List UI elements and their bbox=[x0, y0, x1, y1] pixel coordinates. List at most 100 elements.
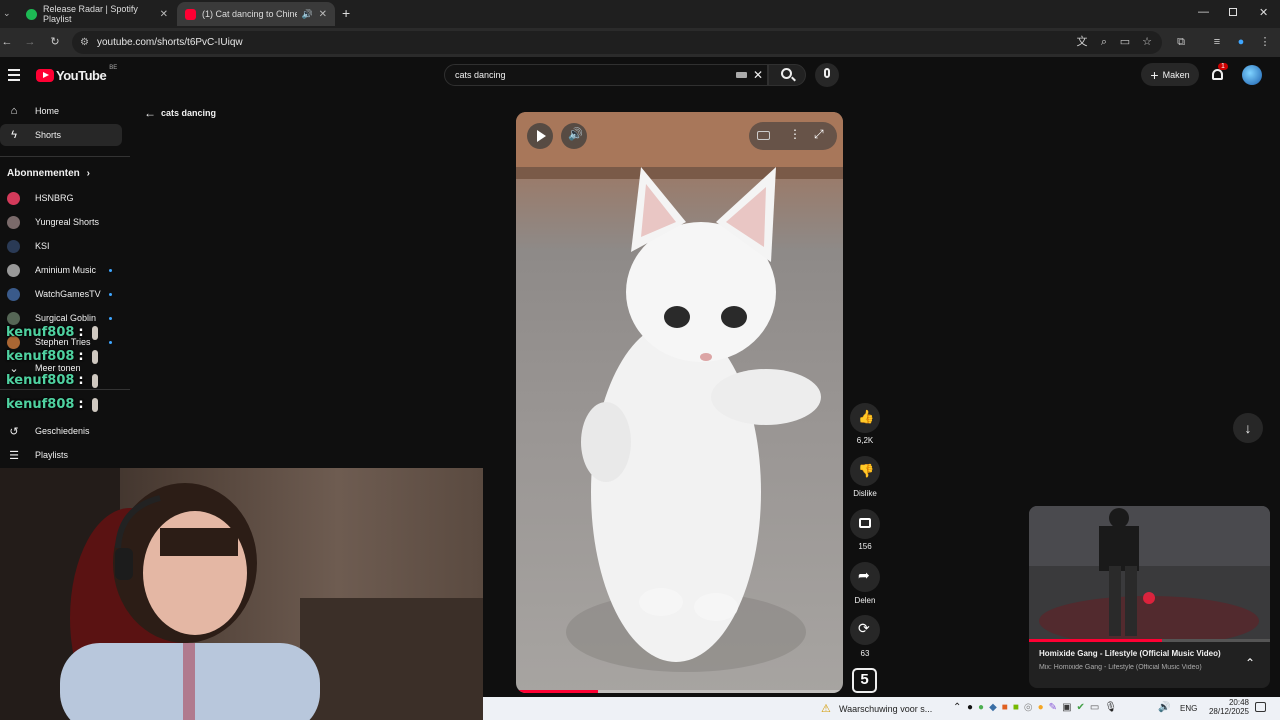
tray-app-icon[interactable]: ■ bbox=[1013, 702, 1019, 713]
youtube-icon bbox=[185, 8, 196, 20]
tray-app-icon[interactable]: ◆ bbox=[989, 702, 997, 713]
chat-username: kenuf808 bbox=[6, 397, 75, 412]
like-button[interactable]: 👍 bbox=[850, 403, 880, 433]
close-window-button[interactable]: ✕ bbox=[1259, 6, 1268, 19]
language-indicator[interactable]: ENG bbox=[1180, 704, 1197, 713]
site-info-icon[interactable]: ⚙ bbox=[80, 31, 89, 54]
spotify-icon bbox=[26, 8, 37, 20]
forward-icon[interactable]: → bbox=[23, 35, 37, 49]
comments-button[interactable] bbox=[850, 509, 880, 539]
search-button[interactable] bbox=[768, 64, 806, 86]
zoom-icon[interactable]: ⌕ bbox=[1097, 35, 1111, 49]
close-tab-icon[interactable]: ✕ bbox=[160, 9, 168, 20]
bookmark-star-icon[interactable]: ☆ bbox=[1140, 35, 1154, 49]
sidebar-item-history[interactable]: ↺ Geschiedenis bbox=[0, 420, 122, 442]
tab-youtube[interactable]: (1) Cat dancing to Chinese 🔊 ✕ bbox=[177, 2, 335, 26]
chat-message: kenuf808: bbox=[6, 325, 98, 340]
miniplayer-progress-track[interactable] bbox=[1029, 639, 1270, 642]
search-input[interactable]: cats dancing ✕ bbox=[444, 64, 768, 86]
next-short-button[interactable]: ↓ bbox=[1233, 413, 1263, 443]
tab-list-chevron-icon[interactable]: ⌄ bbox=[3, 8, 11, 19]
sidebar-sub-item[interactable]: Aminium Music bbox=[0, 259, 122, 281]
volume-button[interactable]: 🔊 bbox=[561, 123, 587, 149]
sidebar-sub-item[interactable]: Yungreal Shorts bbox=[0, 211, 122, 233]
keyboard-icon[interactable] bbox=[736, 72, 747, 78]
captions-icon[interactable] bbox=[757, 131, 770, 140]
extensions-icon[interactable]: ⧉ bbox=[1174, 35, 1188, 49]
channel-name: WatchGamesTV bbox=[35, 289, 101, 299]
divider bbox=[0, 156, 130, 157]
video-progress-fill bbox=[516, 690, 598, 693]
fullscreen-icon[interactable]: ⤢ bbox=[814, 127, 824, 142]
new-tab-button[interactable]: + bbox=[342, 5, 350, 21]
sound-thumbnail[interactable]: 5 bbox=[852, 668, 877, 693]
miniplayer-thumbnail[interactable] bbox=[1029, 506, 1270, 642]
video-progress-track[interactable] bbox=[516, 690, 843, 693]
guide-menu-icon[interactable] bbox=[8, 69, 20, 81]
url-text: youtube.com/shorts/t6PvC-IUiqw bbox=[97, 37, 243, 48]
emote-icon bbox=[91, 397, 98, 412]
chevron-up-icon[interactable]: ⌃ bbox=[953, 702, 961, 713]
tray-app-icon[interactable]: ● bbox=[1038, 702, 1044, 713]
tab-title: (1) Cat dancing to Chinese bbox=[202, 9, 297, 19]
browser-menu-icon[interactable]: ⋮ bbox=[1258, 35, 1272, 49]
channel-avatar bbox=[7, 263, 20, 277]
tray-icons: ● ● ◆ ■ ■ ◎ ● ✎ ▣ ✔ ▭ 🎙 bbox=[967, 702, 1117, 713]
clock[interactable]: 20:48 28/12/2025 bbox=[1207, 698, 1249, 716]
tray-app-icon[interactable]: ● bbox=[967, 702, 973, 713]
warning-icon[interactable]: ⚠ bbox=[821, 702, 831, 715]
chat-message: kenuf808: bbox=[6, 397, 98, 412]
tray-app-icon[interactable]: ✔ bbox=[1077, 702, 1085, 713]
minimize-button[interactable]: — bbox=[1198, 6, 1209, 18]
shorts-video-player[interactable]: 🔊 ⋮ ⤢ bbox=[516, 112, 843, 693]
tab-spotify[interactable]: Release Radar | Spotify Playlist ✕ bbox=[18, 2, 176, 26]
sidebar-item-home[interactable]: ⌂ Home bbox=[0, 100, 122, 122]
tray-app-icon[interactable]: ◎ bbox=[1024, 702, 1033, 713]
audio-playing-icon[interactable]: 🔊 bbox=[302, 9, 313, 20]
sidebar-item-shorts[interactable]: ϟ Shorts bbox=[0, 124, 122, 146]
comment-icon bbox=[859, 518, 871, 528]
translate-icon[interactable]: 文 bbox=[1075, 35, 1089, 49]
clear-search-icon[interactable]: ✕ bbox=[753, 65, 763, 85]
tray-app-icon[interactable]: ▭ bbox=[1090, 702, 1099, 713]
sidebar-sub-item[interactable]: KSI bbox=[0, 235, 122, 257]
chevron-up-icon[interactable]: ⌃ bbox=[1245, 656, 1255, 670]
tray-app-icon[interactable]: ■ bbox=[1002, 702, 1008, 713]
sidebar-item-label: Meer tonen bbox=[35, 363, 81, 373]
tray-app-icon[interactable]: ● bbox=[978, 702, 984, 713]
create-button[interactable]: + Maken bbox=[1141, 63, 1199, 86]
remix-button[interactable]: ⟳ bbox=[850, 615, 880, 645]
miniplayer[interactable]: Homixide Gang - Lifestyle (Official Musi… bbox=[1029, 506, 1270, 688]
taskbar-warning-text[interactable]: Waarschuwing voor s... bbox=[839, 704, 932, 714]
restore-button[interactable] bbox=[1229, 8, 1237, 16]
divider bbox=[0, 389, 130, 390]
dislike-button[interactable]: 👎 bbox=[850, 456, 880, 486]
subscriptions-header[interactable]: Abonnementen › bbox=[7, 168, 90, 179]
close-tab-icon[interactable]: ✕ bbox=[319, 9, 327, 20]
sidebar-sub-item[interactable]: HSNBRG bbox=[0, 187, 122, 209]
avatar[interactable] bbox=[1242, 65, 1262, 85]
profile-icon[interactable]: ● bbox=[1234, 35, 1248, 49]
chat-message: kenuf808: bbox=[6, 373, 98, 388]
tray-app-icon[interactable]: ▣ bbox=[1062, 702, 1071, 713]
tray-app-icon[interactable]: ✎ bbox=[1049, 702, 1057, 713]
media-control-icon[interactable]: ≡ bbox=[1210, 35, 1224, 49]
notifications-button[interactable]: 1 bbox=[1210, 63, 1228, 83]
youtube-logo[interactable]: YouTube BE bbox=[36, 65, 117, 83]
voice-search-button[interactable] bbox=[815, 63, 839, 87]
sidebar-sub-item[interactable]: WatchGamesTV bbox=[0, 283, 122, 305]
back-to-search-link[interactable]: ← cats dancing bbox=[144, 106, 216, 120]
address-bar[interactable]: ⚙ youtube.com/shorts/t6PvC-IUiqw bbox=[72, 31, 1162, 54]
play-button[interactable] bbox=[527, 123, 553, 149]
reload-icon[interactable]: ↻ bbox=[48, 35, 62, 49]
cast-icon[interactable]: ▭ bbox=[1118, 35, 1132, 49]
volume-tray-icon[interactable]: 🔊 bbox=[1158, 702, 1170, 713]
tray-app-icon[interactable]: 🎙 bbox=[1104, 702, 1117, 713]
notification-center-icon[interactable] bbox=[1255, 702, 1266, 712]
sidebar-item-playlists[interactable]: ☰ Playlists bbox=[0, 444, 122, 466]
streamer-camera-image bbox=[0, 468, 483, 720]
share-button[interactable]: ➦ bbox=[850, 562, 880, 592]
back-icon[interactable]: ← bbox=[0, 35, 14, 49]
windows-taskbar: ⚠ Waarschuwing voor s... ⌃ ● ● ◆ ■ ■ ◎ ●… bbox=[483, 697, 1280, 720]
more-options-icon[interactable]: ⋮ bbox=[789, 127, 801, 141]
